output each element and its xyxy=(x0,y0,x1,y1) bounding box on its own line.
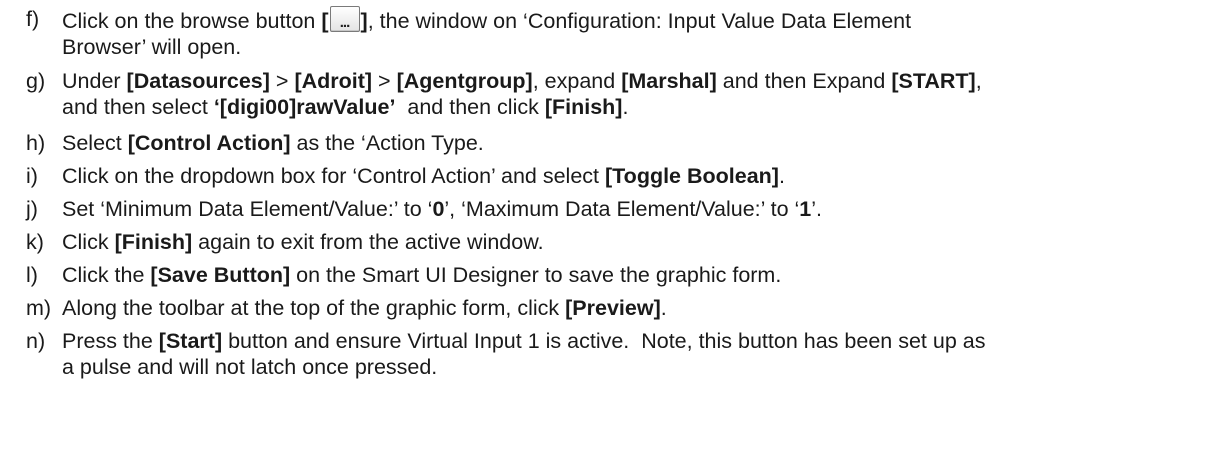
step-line: a pulse and will not latch once pressed. xyxy=(62,355,438,379)
step-line: Press the [Start] button and ensure Virt… xyxy=(62,329,986,353)
step-m: m) Along the toolbar at the top of the g… xyxy=(26,295,1206,321)
step-marker: n) xyxy=(26,329,46,353)
step-marker: k) xyxy=(26,230,44,254)
step-line: Set ‘Minimum Data Element/Value:’ to ‘0’… xyxy=(62,197,823,221)
step-line: Under [Datasources] > [Adroit] > [Agentg… xyxy=(62,69,982,93)
step-marker: g) xyxy=(26,69,46,93)
step-marker: j) xyxy=(26,197,38,221)
step-j: j) Set ‘Minimum Data Element/Value:’ to … xyxy=(26,196,1206,222)
step-marker: h) xyxy=(26,131,46,155)
step-line: Click on the dropdown box for ‘Control A… xyxy=(62,164,785,188)
step-line: Along the toolbar at the top of the grap… xyxy=(62,296,667,320)
step-line: Click the [Save Button] on the Smart UI … xyxy=(62,263,782,287)
step-line: Select [Control Action] as the ‘Action T… xyxy=(62,131,484,155)
step-h: h) Select [Control Action] as the ‘Actio… xyxy=(26,130,1206,156)
step-l: l) Click the [Save Button] on the Smart … xyxy=(26,262,1206,288)
browse-ellipsis-icon: ... xyxy=(329,6,360,32)
step-marker: m) xyxy=(26,296,52,320)
step-k: k) Click [Finish] again to exit from the… xyxy=(26,229,1206,255)
step-line: Click [Finish] again to exit from the ac… xyxy=(62,230,544,254)
instruction-document: f) Click on the browse button [...], the… xyxy=(0,0,1223,450)
step-marker: f) xyxy=(26,7,40,31)
step-line: Click on the browse button [...], the wi… xyxy=(62,6,1206,34)
step-i: i) Click on the dropdown box for ‘Contro… xyxy=(26,163,1206,189)
step-n: n) Press the [Start] button and ensure V… xyxy=(26,328,1206,380)
step-f: f) Click on the browse button [...], the… xyxy=(26,6,1206,60)
step-line: Browser’ will open. xyxy=(62,35,242,59)
step-marker: l) xyxy=(26,263,38,287)
step-g: g) Under [Datasources] > [Adroit] > [Age… xyxy=(26,68,1206,120)
step-line: and then select ‘[digi00]rawValue’ and t… xyxy=(62,95,629,119)
step-marker: i) xyxy=(26,164,38,188)
